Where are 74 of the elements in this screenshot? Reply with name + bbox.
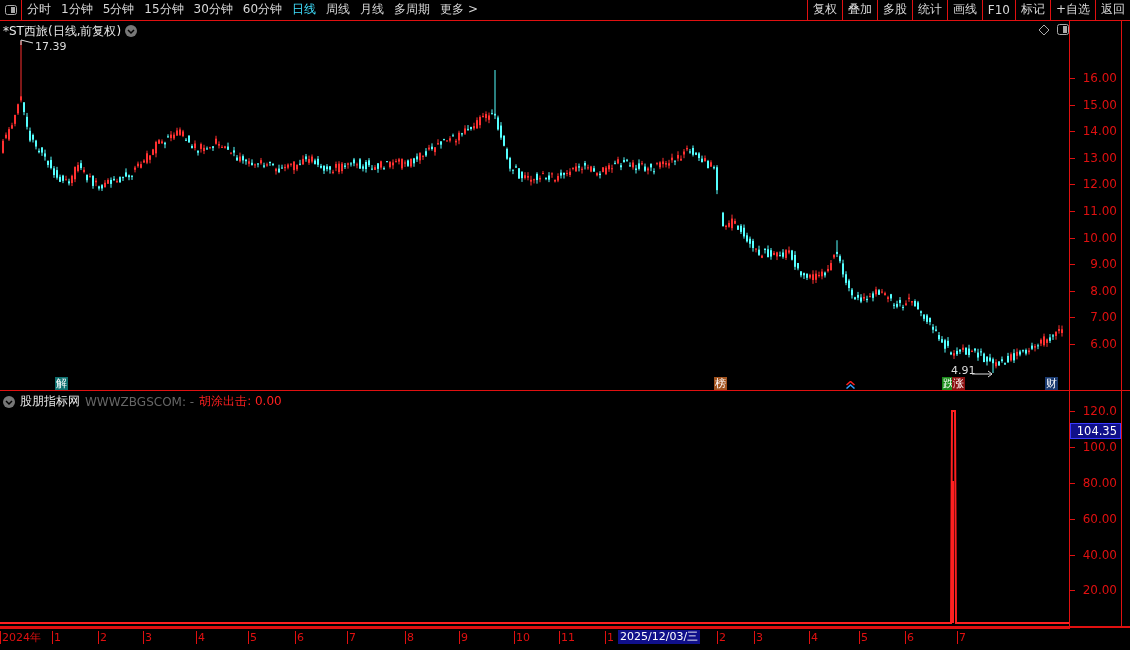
axis-tick-label: 15.00	[1082, 97, 1117, 112]
date-tick-label: 3	[143, 631, 152, 645]
chevron-up-icon[interactable]	[846, 380, 855, 389]
period-tab[interactable]: 5分钟	[97, 0, 140, 20]
event-marker[interactable]: 涨	[952, 376, 965, 390]
period-tab[interactable]: 多周期	[389, 0, 436, 20]
date-tick-label: 4	[196, 631, 205, 645]
date-tick-label: 10	[514, 631, 530, 645]
indicator-source: WWWZBGSCOM: -	[85, 394, 195, 409]
date-tick-label: 4	[809, 631, 818, 645]
panel-toggle-icon[interactable]	[1057, 23, 1069, 35]
date-tick-label: 3	[754, 631, 763, 645]
axis-tick-label: 40.00	[1082, 547, 1117, 562]
toolbar-button[interactable]: 叠加	[841, 0, 877, 20]
date-tick-label: 6	[905, 631, 914, 645]
axis-tick-label: 6.00	[1090, 336, 1117, 351]
toolbar-button[interactable]: 标记	[1014, 0, 1050, 20]
period-tab[interactable]: 周线	[321, 0, 356, 20]
event-marker[interactable]: 解	[55, 376, 68, 390]
axis-tick-label: 16.00	[1082, 70, 1117, 85]
axis-tick-label: 11.00	[1082, 203, 1117, 218]
low-price-label: 4.91	[951, 363, 976, 377]
axis-tick-label: 13.00	[1082, 150, 1117, 165]
panel-toggle-icon[interactable]	[4, 5, 17, 15]
date-tick-label: 7	[347, 631, 356, 645]
cursor-date-label: 2025/12/03/三	[618, 630, 701, 645]
toolbar-button[interactable]: 多股	[876, 0, 912, 20]
event-marker[interactable]: 财	[1045, 376, 1058, 390]
axis-tick-label: 80.00	[1082, 476, 1117, 490]
date-tick-label: 9	[459, 631, 468, 645]
axis-tick-label: 14.00	[1082, 124, 1117, 139]
chevron-down-icon[interactable]	[3, 395, 15, 408]
period-tab[interactable]: 60分钟	[237, 0, 288, 20]
toolbar-button[interactable]: 统计	[911, 0, 947, 20]
chevron-down-icon[interactable]	[125, 25, 138, 38]
indicator-name: 股朋指标网	[20, 393, 80, 411]
date-tick-label: 1	[52, 631, 61, 645]
period-tab[interactable]: 分时	[22, 0, 56, 20]
period-tab[interactable]: 日线	[287, 0, 322, 20]
date-tick-label: 5	[248, 631, 257, 645]
date-tick-label: 2	[717, 631, 726, 645]
date-tick-label: 2024年	[0, 631, 41, 645]
toolbar-button[interactable]: F10	[981, 0, 1015, 20]
axis-tick-label: 10.00	[1082, 230, 1117, 245]
axis-tick-label: 7.00	[1090, 310, 1117, 325]
current-value-label: 104.35	[1070, 423, 1121, 440]
date-tick-label: 5	[859, 631, 868, 645]
stock-title: *ST西旅(日线,前复权)	[3, 22, 122, 40]
axis-tick-label: 8.00	[1090, 283, 1117, 298]
event-marker[interactable]: 榜	[714, 376, 727, 390]
toolbar-button[interactable]: 返回	[1095, 0, 1130, 20]
axis-tick-label: 20.00	[1082, 583, 1117, 598]
axis-tick-label: 120.0	[1082, 404, 1117, 419]
diamond-icon[interactable]	[1038, 23, 1050, 36]
date-tick-label: 8	[405, 631, 414, 645]
axis-tick-label: 12.00	[1082, 177, 1117, 192]
date-tick-label: 1	[605, 631, 614, 645]
date-tick-label: 11	[559, 631, 575, 645]
toolbar-button[interactable]: +自选	[1049, 0, 1095, 20]
toolbar-button[interactable]: 画线	[946, 0, 982, 20]
indicator-value: 胡涂出击: 0.00	[199, 393, 282, 411]
period-tab[interactable]: 更多 >	[435, 0, 483, 20]
date-tick-label: 2	[98, 631, 107, 645]
high-price-label: 17.39	[35, 39, 67, 53]
period-tab[interactable]: 30分钟	[188, 0, 238, 20]
period-tab[interactable]: 15分钟	[139, 0, 189, 20]
axis-tick-label: 60.00	[1082, 511, 1117, 526]
axis-tick-label: 9.00	[1090, 257, 1117, 272]
toolbar-button[interactable]: 复权	[806, 0, 842, 20]
date-tick-label: 6	[295, 631, 304, 645]
period-tab[interactable]: 月线	[355, 0, 390, 20]
date-tick-label: 7	[957, 631, 966, 645]
axis-tick-label: 100.0	[1082, 440, 1117, 455]
period-tab[interactable]: 1分钟	[56, 0, 98, 20]
